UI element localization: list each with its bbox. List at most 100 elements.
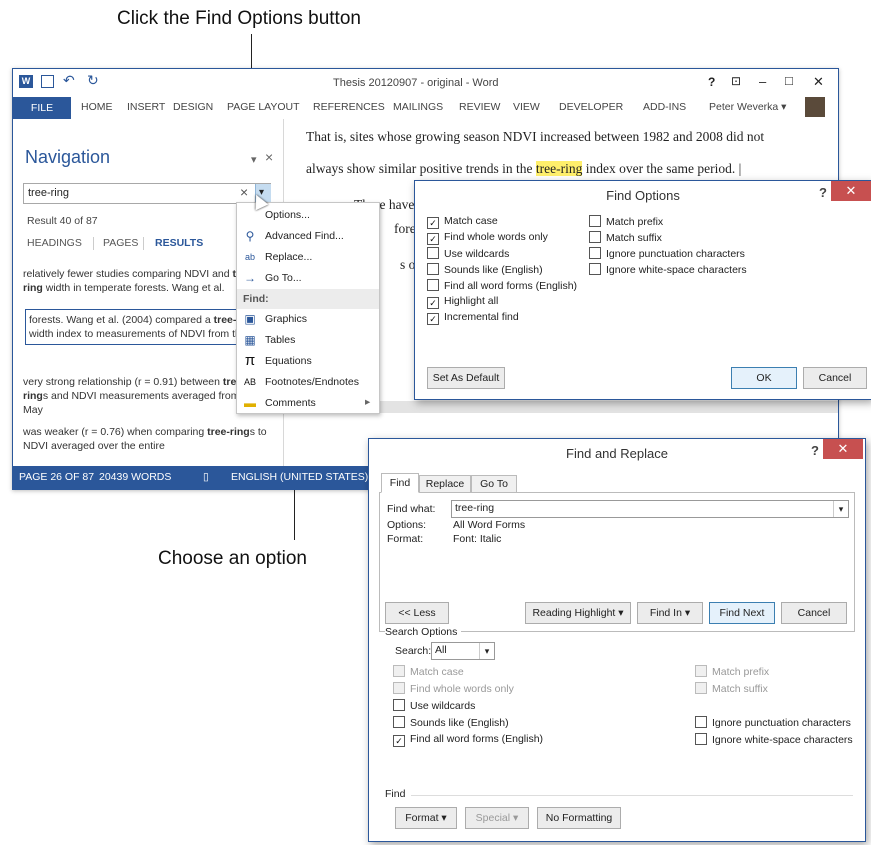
menu-item-footnotes[interactable]: AB Footnotes/Endnotes — [237, 372, 379, 393]
check-icon: ✓ — [427, 233, 439, 245]
checkbox-wildcards[interactable]: Use wildcards — [393, 699, 475, 712]
checkbox-match-suffix[interactable]: Match suffix — [589, 231, 662, 244]
cancel-button[interactable]: Cancel — [803, 367, 867, 389]
help-icon[interactable]: ? — [819, 185, 827, 200]
help-icon[interactable]: ? — [708, 75, 715, 89]
checkbox-ignore-whitespace[interactable]: Ignore white-space characters — [695, 733, 853, 746]
format-value: Font: Italic — [453, 533, 502, 545]
list-item[interactable]: very strong relationship (r = 0.91) betw… — [23, 375, 269, 417]
maximize-icon[interactable]: □ — [785, 73, 793, 88]
list-item-selected[interactable]: forests. Wang et al. (2004) compared a t… — [25, 309, 271, 345]
cancel-button[interactable]: Cancel — [781, 602, 847, 624]
table-icon: ▦ — [244, 333, 256, 347]
pane-options-icon[interactable]: ▾ — [251, 153, 257, 166]
set-as-default-button[interactable]: Set As Default — [427, 367, 505, 389]
check-icon: ✓ — [427, 297, 439, 309]
tab-find[interactable]: Find — [381, 473, 419, 493]
check-icon: ✓ — [393, 735, 405, 747]
search-input[interactable]: tree-ring — [28, 187, 69, 199]
tab-home[interactable]: HOME — [81, 101, 113, 113]
list-item[interactable]: was weaker (r = 0.76) when comparing tre… — [23, 425, 269, 453]
ribbon-display-icon[interactable]: ⊡ — [731, 74, 741, 88]
checkbox-match-case[interactable]: ✓ Match case — [427, 215, 498, 229]
divider — [411, 795, 853, 796]
menu-item-comments[interactable]: ▬ Comments ▸ — [237, 393, 379, 414]
checkbox-match-suffix[interactable]: Match suffix — [695, 682, 768, 695]
redo-icon[interactable]: ↻ — [87, 72, 99, 89]
menu-item-graphics[interactable]: ▣ Graphics — [237, 309, 379, 330]
checkbox-whole-words[interactable]: Find whole words only — [393, 682, 514, 695]
word-count[interactable]: 20439 WORDS — [99, 471, 171, 483]
ribbon-tabs: FILE HOME INSERT DESIGN PAGE LAYOUT REFE… — [13, 97, 838, 119]
tab-mailings[interactable]: MAILINGS — [393, 101, 443, 113]
search-select[interactable]: All ▾ — [431, 642, 495, 660]
tab-replace[interactable]: Replace — [419, 475, 471, 493]
callout-bottom: Choose an option — [158, 548, 307, 569]
tab-references[interactable]: REFERENCES — [313, 101, 385, 113]
checkbox-whole-words[interactable]: ✓ Find whole words only — [427, 231, 548, 245]
checkbox-sounds-like[interactable]: Sounds like (English) — [393, 716, 509, 729]
find-what-label: Find what: — [387, 503, 436, 515]
special-button[interactable]: Special ▾ — [465, 807, 529, 829]
undo-icon[interactable]: ↶ — [63, 72, 75, 89]
no-formatting-button[interactable]: No Formatting — [537, 807, 621, 829]
find-in-button[interactable]: Find In ▾ — [637, 602, 703, 624]
tab-page-layout[interactable]: PAGE LAYOUT — [227, 101, 300, 113]
format-button[interactable]: Format ▾ — [395, 807, 457, 829]
tab-pages[interactable]: PAGES — [103, 237, 138, 249]
help-icon[interactable]: ? — [811, 443, 819, 458]
close-icon[interactable]: ✕ — [813, 74, 824, 90]
page-count[interactable]: PAGE 26 OF 87 — [19, 471, 94, 483]
dialog-title: Find Options — [606, 188, 680, 203]
checkbox-incremental[interactable]: ✓ Incremental find — [427, 311, 519, 325]
chevron-down-icon[interactable]: ▾ — [833, 501, 848, 517]
language[interactable]: ENGLISH (UNITED STATES) — [231, 471, 368, 483]
checkbox-highlight-all[interactable]: ✓ Highlight all — [427, 295, 498, 309]
ok-button[interactable]: OK — [731, 367, 797, 389]
checkbox-wildcards[interactable]: Use wildcards — [427, 247, 509, 260]
checkbox-match-case[interactable]: Match case — [393, 665, 464, 678]
tab-developer[interactable]: DEVELOPER — [559, 101, 623, 113]
checkbox-word-forms[interactable]: Find all word forms (English) — [427, 279, 577, 292]
tab-headings[interactable]: HEADINGS — [27, 237, 82, 249]
tab-insert[interactable]: INSERT — [127, 101, 165, 113]
list-item[interactable]: relatively fewer studies comparing NDVI … — [23, 267, 269, 295]
close-button[interactable]: ✕ — [831, 181, 871, 201]
menu-item-replace[interactable]: ab Replace... — [237, 247, 379, 268]
check-icon: ✓ — [427, 217, 439, 229]
tab-results[interactable]: RESULTS — [155, 237, 203, 249]
less-button[interactable]: << Less — [385, 602, 449, 624]
checkbox-sounds-like[interactable]: Sounds like (English) — [427, 263, 543, 276]
tab-file[interactable]: FILE — [13, 97, 71, 119]
tab-design[interactable]: DESIGN — [173, 101, 213, 113]
tab-add-ins[interactable]: ADD-INS — [643, 101, 686, 113]
reading-highlight-button[interactable]: Reading Highlight ▾ — [525, 602, 631, 624]
checkbox-ignore-punctuation[interactable]: Ignore punctuation characters — [695, 716, 851, 729]
dialog-title: Find and Replace — [566, 446, 668, 461]
pane-close-icon[interactable]: × — [265, 149, 273, 165]
tab-view[interactable]: VIEW — [513, 101, 540, 113]
tab-review[interactable]: REVIEW — [459, 101, 500, 113]
navigation-search-box[interactable]: tree-ring × ▾ — [23, 183, 271, 204]
word-logo-icon: W — [19, 75, 33, 88]
clear-search-icon[interactable]: × — [240, 184, 248, 200]
close-button[interactable]: ✕ — [823, 439, 863, 459]
checkbox-ignore-punctuation[interactable]: Ignore punctuation characters — [589, 247, 745, 260]
checkbox-match-prefix[interactable]: Match prefix — [695, 665, 769, 678]
result-count: Result 40 of 87 — [27, 215, 98, 227]
arrow-right-icon: → — [244, 271, 256, 285]
checkbox-ignore-whitespace[interactable]: Ignore white-space characters — [589, 263, 747, 276]
menu-item-equations[interactable]: π Equations — [237, 351, 379, 372]
find-what-input[interactable]: tree-ring ▾ — [451, 500, 849, 518]
find-next-button[interactable]: Find Next — [709, 602, 775, 624]
checkbox-match-prefix[interactable]: Match prefix — [589, 215, 663, 228]
minimize-icon[interactable]: – — [759, 74, 766, 89]
checkbox-word-forms[interactable]: ✓ Find all word forms (English) — [393, 733, 543, 747]
save-icon[interactable] — [41, 75, 54, 88]
menu-item-go-to[interactable]: → Go To... — [237, 268, 379, 289]
tab-go-to[interactable]: Go To — [471, 475, 517, 493]
menu-item-tables[interactable]: ▦ Tables — [237, 330, 379, 351]
user-name[interactable]: Peter Weverka ▾ — [709, 101, 786, 113]
proofing-icon[interactable]: ▯ — [203, 471, 209, 483]
menu-item-advanced-find[interactable]: ⚲ Advanced Find... — [237, 226, 379, 247]
